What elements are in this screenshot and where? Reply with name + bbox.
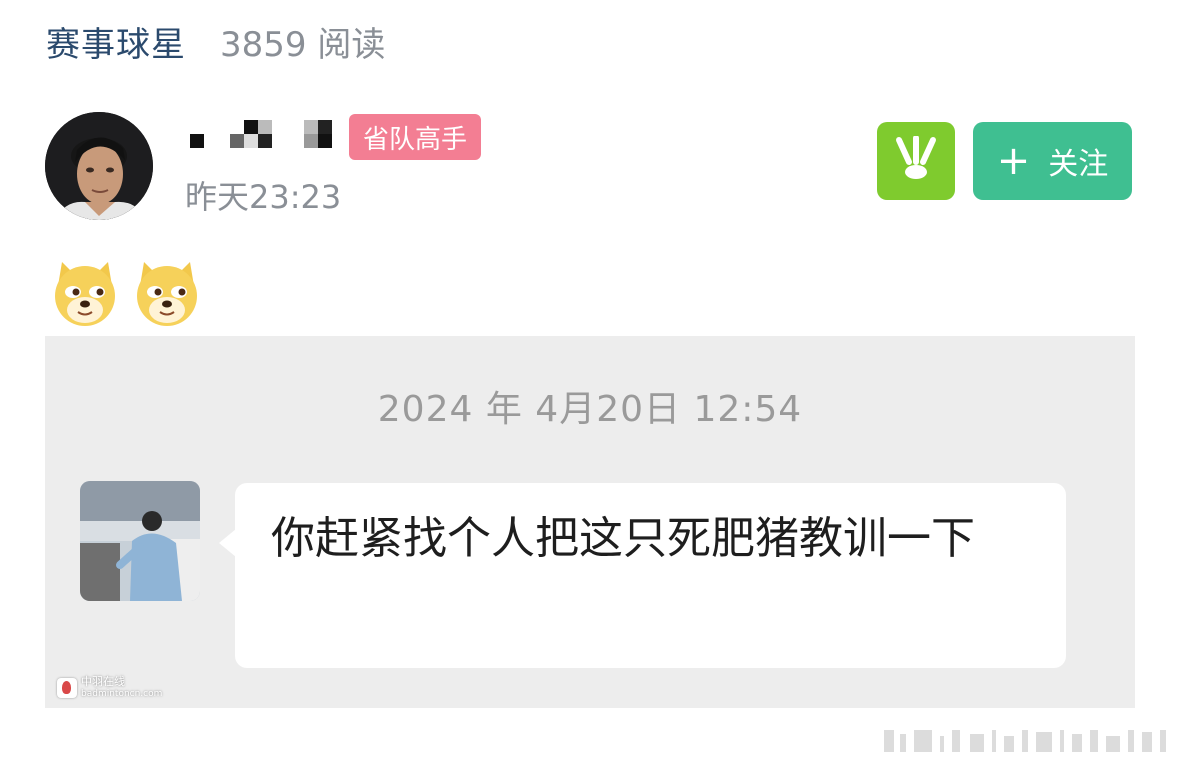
corner-mark — [880, 724, 1172, 758]
user-level-badge: 省队高手 — [349, 114, 482, 160]
shuttlecock-icon — [894, 135, 938, 186]
post-time: 昨天23:23 — [185, 178, 342, 216]
plus-icon: + — [996, 138, 1031, 184]
watermark: 中羽在线 badmintoncn.com — [57, 676, 162, 700]
watermark-text: 中羽在线 — [81, 675, 125, 688]
header: 赛事球星 3859 阅读 — [46, 17, 386, 66]
bubble-tail — [219, 529, 236, 557]
author-name-pixelated[interactable] — [188, 112, 338, 156]
chat-screenshot-image[interactable]: 2024 年 4月20日 12:54 你赶紧找个人把这只死肥猪教训一下 中羽在线… — [45, 336, 1135, 708]
chat-timestamp: 2024 年 4月20日 12:54 — [377, 389, 803, 430]
app-button[interactable] — [877, 122, 955, 200]
doge-emoji — [50, 258, 120, 328]
watermark-url: badmintoncn.com — [81, 689, 163, 699]
chat-message-bubble: 你赶紧找个人把这只死肥猪教训一下 — [235, 483, 1066, 668]
channel-name[interactable]: 赛事球星 — [46, 17, 186, 66]
author-avatar[interactable] — [45, 112, 153, 220]
read-count: 3859 阅读 — [220, 24, 386, 65]
watermark-logo-icon — [57, 678, 77, 698]
follow-button[interactable]: + 关注 — [973, 122, 1132, 200]
doge-emoji — [132, 258, 202, 328]
follow-label: 关注 — [1048, 147, 1109, 182]
chat-avatar — [80, 481, 200, 601]
